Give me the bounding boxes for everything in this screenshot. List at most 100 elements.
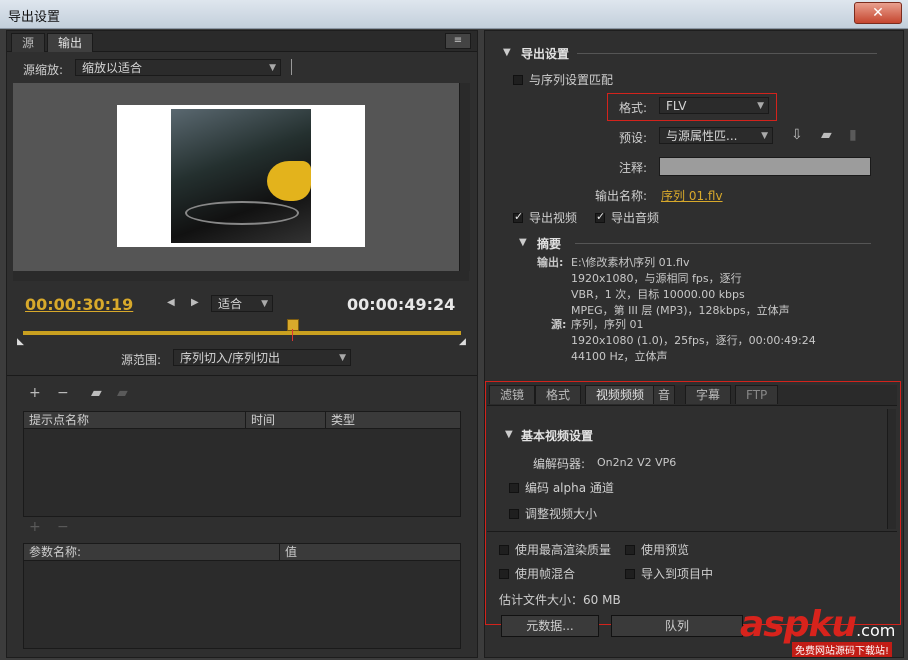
comments-input[interactable] bbox=[659, 157, 871, 176]
export-settings-title: 导出设置 bbox=[521, 47, 570, 61]
fit-dropdown[interactable]: 适合 ▼ bbox=[211, 295, 273, 312]
source-scale-dropdown[interactable]: 缩放以适合 ▼ bbox=[75, 59, 281, 76]
remove-cue-point-icon[interactable]: − bbox=[57, 385, 69, 401]
folder-icon[interactable]: ▰ bbox=[91, 385, 102, 401]
summary-source-block: 序列，序列 01 1920x1080 (1.0)，25fps，逐行，00:00:… bbox=[571, 317, 816, 365]
import-preset-icon[interactable]: ▰ bbox=[821, 127, 832, 143]
encode-alpha-checkbox[interactable] bbox=[509, 483, 519, 493]
save-icon[interactable]: ▰ bbox=[117, 385, 128, 401]
codec-label: 编解码器: bbox=[533, 457, 586, 471]
close-button[interactable]: ✕ bbox=[854, 2, 902, 24]
encode-alpha-label: 编码 alpha 通道 bbox=[525, 481, 614, 495]
import-into-project-checkbox[interactable] bbox=[625, 569, 635, 579]
tab-source[interactable]: 源 bbox=[11, 33, 46, 52]
horizontal-scrollbar[interactable] bbox=[13, 271, 469, 281]
column-type[interactable]: 类型 bbox=[326, 412, 461, 428]
summary-title: 摘要 bbox=[537, 237, 562, 251]
settings-scrollbar[interactable] bbox=[887, 409, 896, 529]
format-dropdown[interactable]: FLV ▼ bbox=[659, 97, 769, 114]
remove-param-icon[interactable]: − bbox=[57, 519, 69, 535]
collapse-triangle-icon[interactable]: ▼ bbox=[505, 429, 513, 440]
summary-output-line: 1920x1080，与源相同 fps，逐行 bbox=[571, 272, 742, 285]
queue-button[interactable]: 队列 bbox=[611, 615, 743, 637]
preset-label: 预设: bbox=[619, 131, 648, 145]
add-cue-point-icon[interactable]: + bbox=[29, 385, 41, 401]
set-out-point-icon[interactable]: ▶ bbox=[191, 297, 199, 308]
plate-shape bbox=[185, 201, 299, 225]
export-audio-checkbox[interactable] bbox=[595, 210, 605, 223]
delete-preset-icon[interactable]: ▮ bbox=[849, 127, 857, 143]
summary-source-line: 1920x1080 (1.0)，25fps，逐行，00:00:49:24 bbox=[571, 334, 816, 347]
collapse-triangle-icon[interactable]: ▼ bbox=[503, 47, 511, 58]
in-point-marker-icon[interactable]: ◣ bbox=[17, 337, 24, 347]
use-previews-checkbox[interactable] bbox=[625, 545, 635, 555]
export-video-checkbox[interactable] bbox=[513, 210, 523, 223]
preview-video-thumbnail bbox=[171, 109, 311, 243]
column-time[interactable]: 时间 bbox=[246, 412, 326, 428]
tab-format[interactable]: 格式 bbox=[535, 385, 582, 404]
chevron-down-icon: ▼ bbox=[339, 353, 346, 363]
source-range-value: 序列切入/序列切出 bbox=[180, 351, 281, 365]
resize-video-label: 调整视频大小 bbox=[525, 507, 598, 521]
use-previews-label: 使用预览 bbox=[641, 543, 690, 557]
set-in-point-icon[interactable]: ◀ bbox=[167, 297, 175, 308]
table-header: 参数名称: 值 bbox=[24, 544, 460, 561]
vertical-scrollbar[interactable] bbox=[459, 83, 470, 271]
out-point-marker-icon[interactable]: ◢ bbox=[459, 337, 466, 347]
metadata-button[interactable]: 元数据... bbox=[501, 615, 599, 637]
source-range-dropdown[interactable]: 序列切入/序列切出 ▼ bbox=[173, 349, 351, 366]
table-header: 提示点名称 时间 类型 bbox=[24, 412, 460, 429]
export-settings-panel: ▼ 导出设置 与序列设置匹配 格式: FLV ▼ 预设: 与源属性匹... ▼ … bbox=[484, 30, 904, 658]
collapse-triangle-icon[interactable]: ▼ bbox=[519, 237, 527, 248]
tab-ftp[interactable]: FTP bbox=[735, 385, 779, 404]
tab-filters[interactable]: 滤镜 bbox=[489, 385, 536, 404]
output-name-link[interactable]: 序列 01.flv bbox=[661, 187, 723, 204]
format-value: FLV bbox=[666, 99, 687, 113]
max-render-quality-checkbox[interactable] bbox=[499, 545, 509, 555]
watermark-tld: .com bbox=[856, 621, 896, 640]
fit-value: 适合 bbox=[218, 297, 243, 311]
panel-menu-icon[interactable]: ≡ bbox=[445, 33, 471, 49]
source-scale-label: 源缩放: bbox=[23, 63, 64, 77]
add-param-icon[interactable]: + bbox=[29, 519, 41, 535]
summary-source-line: 44100 Hz，立体声 bbox=[571, 350, 668, 363]
summary-output-label: 输出: bbox=[537, 256, 564, 269]
preview-frame bbox=[117, 105, 365, 247]
tab-output[interactable]: 输出 bbox=[47, 33, 94, 52]
settings-tab-strip: 滤镜 格式 视频频频 音 字幕 FTP bbox=[487, 385, 897, 406]
summary-output-block: E:\修改素材\序列 01.flv 1920x1080，与源相同 fps，逐行 … bbox=[571, 255, 790, 319]
chevron-down-icon: ▼ bbox=[261, 299, 268, 309]
playhead-handle[interactable] bbox=[287, 319, 299, 331]
tab-captions[interactable]: 字幕 bbox=[685, 385, 732, 404]
preset-dropdown[interactable]: 与源属性匹... ▼ bbox=[659, 127, 773, 144]
watermark-brand: aspku bbox=[740, 604, 857, 645]
match-sequence-checkbox[interactable] bbox=[513, 75, 523, 85]
timeline-bar[interactable] bbox=[23, 331, 461, 335]
basic-video-title: 基本视频设置 bbox=[521, 429, 594, 443]
source-output-panel: 源 输出 ≡ 源缩放: 缩放以适合 ▼ 00:00:30:19 ◀ ▶ 适合 ▼… bbox=[6, 30, 478, 658]
divider bbox=[7, 375, 477, 376]
cursor-divider bbox=[291, 59, 292, 75]
lower-tabs-highlight-box bbox=[485, 381, 901, 625]
parameter-table: 参数名称: 值 bbox=[23, 543, 461, 649]
current-timecode[interactable]: 00:00:30:19 bbox=[25, 295, 133, 314]
site-watermark-logo: aspku.com bbox=[740, 604, 895, 645]
cue-point-table: 提示点名称 时间 类型 bbox=[23, 411, 461, 517]
video-preview-area bbox=[13, 83, 459, 271]
column-cue-name[interactable]: 提示点名称 bbox=[24, 412, 246, 428]
column-param-name[interactable]: 参数名称: bbox=[24, 544, 280, 560]
import-into-project-label: 导入到项目中 bbox=[641, 567, 714, 581]
save-preset-icon[interactable]: ⇩ bbox=[791, 127, 803, 143]
column-value[interactable]: 值 bbox=[280, 544, 461, 560]
chevron-down-icon: ▼ bbox=[757, 101, 764, 111]
tab-video[interactable]: 视频频频 bbox=[585, 385, 656, 404]
summary-source-line: 序列，序列 01 bbox=[571, 318, 644, 331]
source-range-label: 源范围: bbox=[121, 353, 162, 367]
resize-video-checkbox[interactable] bbox=[509, 509, 519, 519]
summary-source-label: 源: bbox=[551, 318, 567, 331]
max-render-quality-label: 使用最高渲染质量 bbox=[515, 543, 612, 557]
chevron-down-icon: ▼ bbox=[269, 63, 276, 73]
frame-blending-checkbox[interactable] bbox=[499, 569, 509, 579]
tab-audio[interactable]: 音 bbox=[653, 385, 676, 404]
frame-blending-label: 使用帧混合 bbox=[515, 567, 576, 581]
